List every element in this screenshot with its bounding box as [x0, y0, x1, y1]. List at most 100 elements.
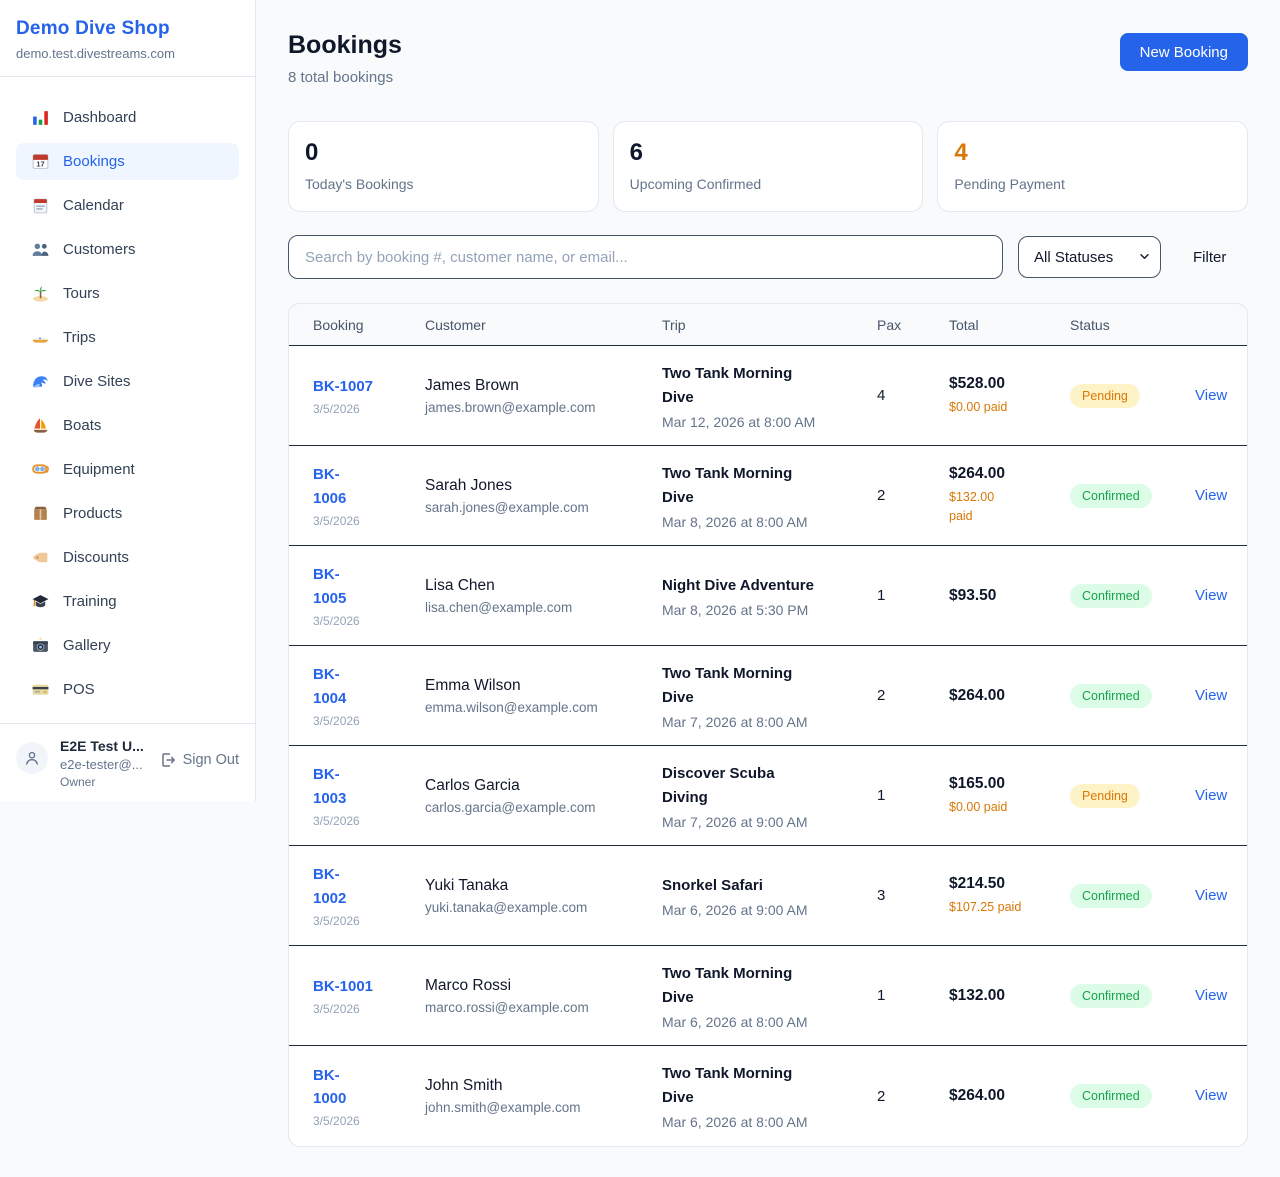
- booking-id-link[interactable]: BK- 1002: [313, 863, 401, 910]
- paid-amount: $0.00 paid: [949, 398, 1046, 417]
- sidebar-item-bookings[interactable]: 17 Bookings: [16, 143, 239, 180]
- stat-label: Pending Payment: [954, 176, 1231, 192]
- sidebar-item-dashboard[interactable]: Dashboard: [16, 99, 239, 136]
- booking-id-link[interactable]: BK- 1004: [313, 663, 401, 710]
- stat-value: 4: [954, 139, 1231, 167]
- sidebar-item-customers[interactable]: Customers: [16, 231, 239, 268]
- booking-id-link[interactable]: BK-1007: [313, 375, 401, 398]
- table-row: BK- 10053/5/2026 Lisa Chenlisa.chen@exam…: [289, 546, 1247, 646]
- status-badge: Confirmed: [1070, 484, 1152, 508]
- total-amount: $264.00: [949, 687, 1046, 705]
- booking-id-link[interactable]: BK- 1003: [313, 763, 401, 810]
- status-badge: Pending: [1070, 784, 1140, 808]
- col-total: Total: [949, 317, 1046, 333]
- paid-amount: $0.00 paid: [949, 798, 1046, 817]
- booking-id-link[interactable]: BK- 1005: [313, 563, 401, 610]
- total-amount: $214.50: [949, 875, 1046, 893]
- sidebar-item-equipment[interactable]: Equipment: [16, 451, 239, 488]
- total-amount: $165.00: [949, 775, 1046, 793]
- view-link[interactable]: View: [1195, 587, 1227, 604]
- col-pax: Pax: [877, 317, 925, 333]
- trip-name: Night Dive Adventure: [662, 574, 853, 598]
- sidebar-item-label: Dashboard: [63, 109, 136, 126]
- view-link[interactable]: View: [1195, 387, 1227, 404]
- booking-id-link[interactable]: BK- 1006: [313, 463, 401, 510]
- sidebar-item-training[interactable]: Training: [16, 583, 239, 620]
- view-link[interactable]: View: [1195, 887, 1227, 904]
- status-badge: Confirmed: [1070, 984, 1152, 1008]
- new-booking-button[interactable]: New Booking: [1120, 33, 1248, 71]
- customer-name: Sarah Jones: [425, 477, 638, 495]
- table-row: BK- 10023/5/2026 Yuki Tanakayuki.tanaka@…: [289, 846, 1247, 946]
- brand: Demo Dive Shop demo.test.divestreams.com: [0, 0, 255, 77]
- col-booking: Booking: [313, 317, 401, 333]
- table-row: BK- 10003/5/2026 John Smithjohn.smith@ex…: [289, 1046, 1247, 1146]
- calendar-date-icon: 17: [31, 152, 50, 171]
- trip-name: Two Tank Morning Dive: [662, 1062, 853, 1110]
- sidebar-item-boats[interactable]: Boats: [16, 407, 239, 444]
- sidebar-item-gallery[interactable]: Gallery: [16, 627, 239, 664]
- sidebar-item-label: Calendar: [63, 197, 124, 214]
- sidebar-item-trips[interactable]: Trips: [16, 319, 239, 356]
- user-footer: E2E Test U... e2e-tester@... Owner Sign …: [0, 723, 255, 803]
- user-name: E2E Test U...: [60, 738, 144, 754]
- camera-flash-icon: [31, 636, 50, 655]
- total-amount: $264.00: [949, 1087, 1046, 1105]
- svg-text:17: 17: [36, 159, 44, 168]
- table-row: BK-10013/5/2026 Marco Rossimarco.rossi@e…: [289, 946, 1247, 1046]
- sailboat-icon: [31, 416, 50, 435]
- booking-id-link[interactable]: BK- 1000: [313, 1064, 401, 1111]
- view-link[interactable]: View: [1195, 687, 1227, 704]
- customer-email: lisa.chen@example.com: [425, 600, 638, 615]
- package-icon: [31, 504, 50, 523]
- status-select[interactable]: All Statuses: [1018, 236, 1161, 278]
- desert-island-icon: [31, 284, 50, 303]
- sidebar-item-discounts[interactable]: Discounts: [16, 539, 239, 576]
- customer-email: james.brown@example.com: [425, 400, 638, 415]
- customer-email: sarah.jones@example.com: [425, 500, 638, 515]
- sidebar-nav: Dashboard 17 Bookings Calendar Customers…: [0, 77, 255, 723]
- page-subtitle: 8 total bookings: [288, 69, 402, 86]
- total-amount: $528.00: [949, 375, 1046, 393]
- trip-datetime: Mar 8, 2026 at 8:00 AM: [662, 514, 853, 530]
- sidebar-item-dive-sites[interactable]: Dive Sites: [16, 363, 239, 400]
- stats-row: 0 Today's Bookings 6 Upcoming Confirmed …: [288, 121, 1248, 212]
- sidebar-item-label: Customers: [63, 241, 136, 258]
- sidebar-item-label: Discounts: [63, 549, 129, 566]
- customer-email: yuki.tanaka@example.com: [425, 900, 638, 915]
- pax-count: 2: [877, 1088, 925, 1105]
- sidebar-item-calendar[interactable]: Calendar: [16, 187, 239, 224]
- sidebar-item-tours[interactable]: Tours: [16, 275, 239, 312]
- table-row: BK- 10063/5/2026 Sarah Jonessarah.jones@…: [289, 446, 1247, 546]
- customer-name: Emma Wilson: [425, 677, 638, 695]
- filter-button[interactable]: Filter: [1193, 249, 1226, 266]
- sidebar-item-label: Trips: [63, 329, 96, 346]
- view-link[interactable]: View: [1195, 1087, 1227, 1104]
- customer-email: carlos.garcia@example.com: [425, 800, 638, 815]
- view-link[interactable]: View: [1195, 487, 1227, 504]
- total-amount: $264.00: [949, 465, 1046, 483]
- pax-count: 1: [877, 587, 925, 604]
- pax-count: 4: [877, 387, 925, 404]
- sign-out-label: Sign Out: [183, 752, 239, 768]
- pax-count: 1: [877, 987, 925, 1004]
- trip-datetime: Mar 7, 2026 at 9:00 AM: [662, 814, 853, 830]
- stat-card-upcoming-confirmed: 6 Upcoming Confirmed: [613, 121, 924, 212]
- booking-id-link[interactable]: BK-1001: [313, 975, 401, 998]
- credit-card-icon: [31, 680, 50, 699]
- booking-date: 3/5/2026: [313, 402, 401, 416]
- booking-date: 3/5/2026: [313, 714, 401, 728]
- sign-out-button[interactable]: Sign Out: [160, 752, 239, 768]
- view-link[interactable]: View: [1195, 987, 1227, 1004]
- search-input[interactable]: [288, 235, 1003, 279]
- trip-name: Discover Scuba Diving: [662, 762, 853, 810]
- sidebar-item-pos[interactable]: POS: [16, 671, 239, 708]
- filters-row: All Statuses Filter: [288, 235, 1248, 279]
- user-info: E2E Test U... e2e-tester@... Owner: [60, 738, 144, 789]
- view-link[interactable]: View: [1195, 787, 1227, 804]
- sidebar-item-products[interactable]: Products: [16, 495, 239, 532]
- status-badge: Confirmed: [1070, 584, 1152, 608]
- bar-chart-icon: [31, 108, 50, 127]
- customer-name: Lisa Chen: [425, 577, 638, 595]
- customer-email: marco.rossi@example.com: [425, 1000, 638, 1015]
